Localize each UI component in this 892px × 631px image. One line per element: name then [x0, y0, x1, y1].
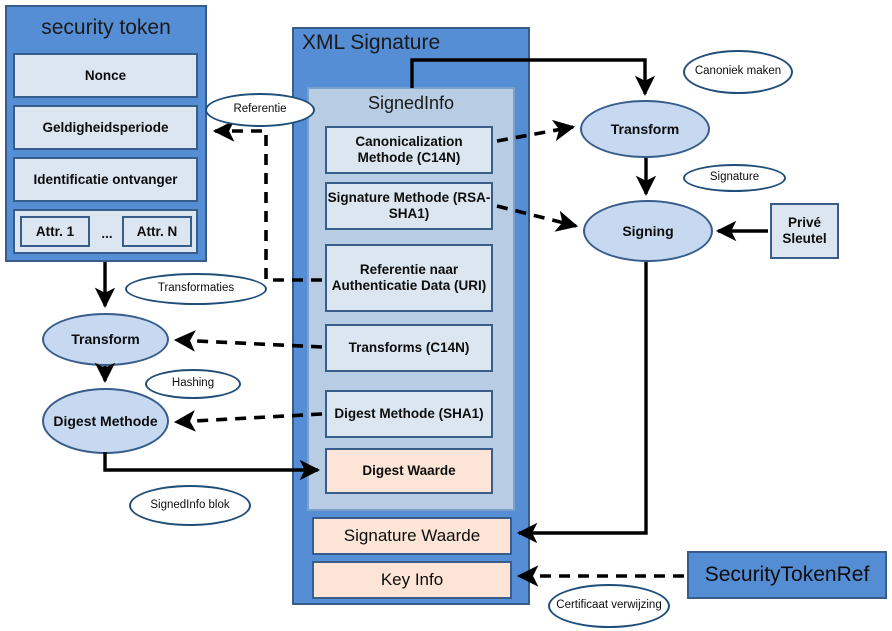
signedinfo-digest-waarde: Digest Waarde: [325, 448, 493, 494]
private-key-box: Privé Sleutel: [770, 203, 839, 259]
xml-signature-title: XML Signature: [302, 31, 441, 54]
security-token-field-nonce: Nonce: [13, 53, 198, 98]
signedinfo-item-signature-methode: Signature Methode (RSA-SHA1): [325, 182, 493, 230]
wire-signing-to-signature-waarde: [516, 262, 648, 544]
process-signing-right: Signing: [583, 200, 713, 262]
annotation-signature: Signature: [683, 164, 786, 192]
signedinfo-title: SignedInfo: [367, 93, 455, 113]
signedinfo-item-canonicalization-methode: Canonicalization Methode (C14N): [325, 126, 493, 174]
process-digest-methode-left: Digest Methode: [42, 388, 169, 454]
security-token-title: security token: [41, 16, 171, 39]
signedinfo-item-referentie-authenticatie-data: Referentie naar Authenticatie Data (URI): [325, 244, 493, 312]
security-token-attr-last: Attr. N: [122, 216, 192, 247]
signedinfo-item-digest-methode: Digest Methode (SHA1): [325, 390, 493, 438]
process-transform-right: Transform: [580, 100, 710, 158]
annotation-signedinfo-blok: SignedInfo blok: [129, 485, 251, 526]
annotation-referentie: Referentie: [205, 93, 315, 127]
process-transform-left: Transform: [42, 313, 169, 366]
wire-digest-to-digest-waarde: [103, 452, 321, 481]
security-token-ref-box: SecurityTokenRef: [687, 551, 887, 599]
annotation-transformaties: Transformaties: [125, 273, 267, 305]
xml-signature-key-info: Key Info: [312, 561, 512, 599]
annotation-certificaat-verwijzing: Certificaat verwijzing: [548, 584, 670, 628]
security-token-attr-ellipsis: ...: [101, 226, 113, 241]
security-token-field-geldigheidsperiode: Geldigheidsperiode: [13, 105, 198, 150]
annotation-canoniek-maken: Canoniek maken: [683, 50, 793, 94]
security-token-field-identificatie-ontvanger: Identificatie ontvanger: [13, 157, 198, 202]
xml-signature-signature-waarde: Signature Waarde: [312, 517, 512, 555]
annotation-hashing: Hashing: [145, 369, 241, 399]
diagram-canvas: security token Nonce Geldigheidsperiode …: [0, 0, 892, 631]
security-token-attr-first: Attr. 1: [20, 216, 90, 247]
signedinfo-item-transforms: Transforms (C14N): [325, 324, 493, 372]
